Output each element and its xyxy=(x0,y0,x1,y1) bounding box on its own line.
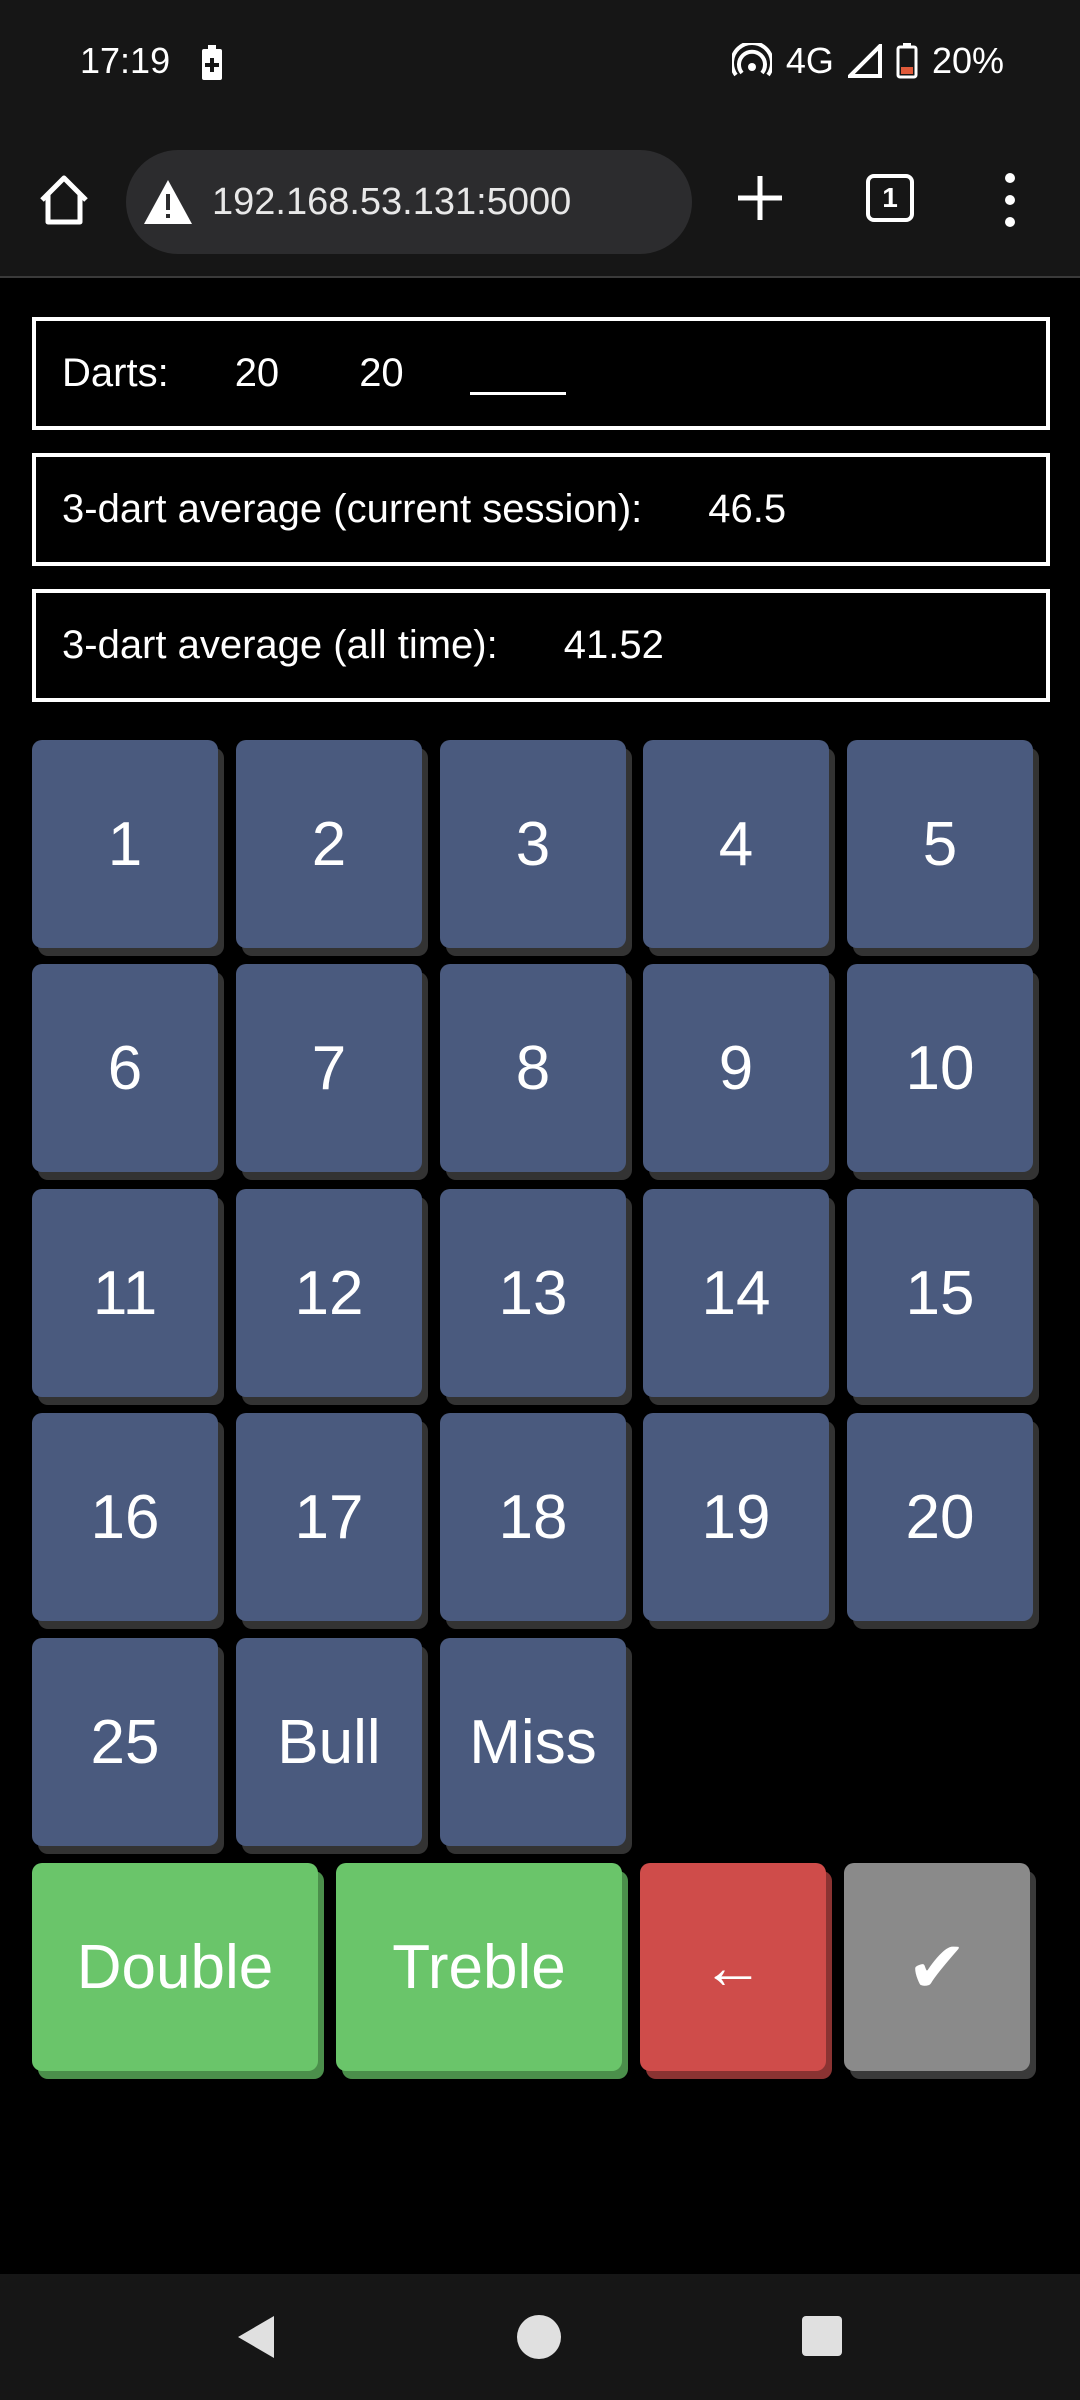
key-4[interactable]: 4 xyxy=(643,740,829,948)
new-tab-icon[interactable] xyxy=(730,168,790,228)
back-icon[interactable] xyxy=(234,2314,278,2360)
key-5[interactable]: 5 xyxy=(847,740,1033,948)
dart-3-empty-slot xyxy=(469,368,566,395)
key-13[interactable]: 13 xyxy=(440,1189,626,1397)
key-8[interactable]: 8 xyxy=(440,964,626,1172)
home-icon[interactable] xyxy=(36,172,92,228)
key-25[interactable]: 25 xyxy=(32,1638,218,1846)
session-average-value: 46.5 xyxy=(708,487,787,531)
alltime-average-label: 3-dart average (all time): xyxy=(62,623,498,667)
key-18[interactable]: 18 xyxy=(440,1413,626,1621)
status-time: 17:19 xyxy=(80,40,171,81)
key-20[interactable]: 20 xyxy=(847,1413,1033,1621)
key-2[interactable]: 2 xyxy=(236,740,422,948)
key-miss[interactable]: Miss xyxy=(440,1638,626,1846)
session-average-panel: 3-dart average (current session): 46.5 xyxy=(32,453,1050,566)
hotspot-icon xyxy=(731,43,772,77)
dart-1-value: 20 xyxy=(234,351,280,395)
key-9[interactable]: 9 xyxy=(643,964,829,1172)
home-nav-icon[interactable] xyxy=(516,2314,562,2360)
dart-2-value: 20 xyxy=(359,351,404,395)
address-bar[interactable]: 192.168.53.131:5000 xyxy=(126,150,692,254)
more-menu-icon[interactable] xyxy=(1002,172,1018,228)
network-type: 4G xyxy=(785,40,834,81)
url-text[interactable]: 192.168.53.131:5000 xyxy=(212,181,571,224)
browser-toolbar: 192.168.53.131:5000 1 xyxy=(0,130,1080,278)
key-19[interactable]: 19 xyxy=(643,1413,829,1621)
alltime-average-panel: 3-dart average (all time): 41.52 xyxy=(32,589,1050,702)
key-6[interactable]: 6 xyxy=(32,964,218,1172)
battery-saver-icon xyxy=(202,45,222,80)
key-10[interactable]: 10 xyxy=(847,964,1033,1172)
recents-icon[interactable] xyxy=(802,2316,842,2356)
backspace-button[interactable]: ← xyxy=(640,1863,826,2071)
darts-panel: Darts: 20 20 xyxy=(32,317,1050,430)
alltime-average-value: 41.52 xyxy=(563,623,664,667)
key-17[interactable]: 17 xyxy=(236,1413,422,1621)
key-7[interactable]: 7 xyxy=(236,964,422,1172)
treble-button[interactable]: Treble xyxy=(336,1863,622,2071)
key-11[interactable]: 11 xyxy=(32,1189,218,1397)
system-nav-bar xyxy=(0,2274,1080,2400)
key-14[interactable]: 14 xyxy=(643,1189,829,1397)
darts-label: Darts: xyxy=(62,351,169,395)
battery-percent: 20% xyxy=(931,40,1004,81)
key-15[interactable]: 15 xyxy=(847,1189,1033,1397)
status-right: 4G 20% xyxy=(731,40,1004,82)
key-bull[interactable]: Bull xyxy=(236,1638,422,1846)
status-bar: 17:19 4G 20% xyxy=(0,0,1080,130)
key-12[interactable]: 12 xyxy=(236,1189,422,1397)
key-1[interactable]: 1 xyxy=(32,740,218,948)
warning-icon[interactable] xyxy=(142,178,194,226)
submit-button[interactable]: ✔ xyxy=(844,1863,1030,2071)
session-average-label: 3-dart average (current session): xyxy=(62,487,643,531)
tab-switcher-button[interactable]: 1 xyxy=(866,174,914,222)
double-button[interactable]: Double xyxy=(32,1863,318,2071)
key-3[interactable]: 3 xyxy=(440,740,626,948)
battery-icon xyxy=(896,43,918,79)
signal-icon xyxy=(847,44,882,78)
key-16[interactable]: 16 xyxy=(32,1413,218,1621)
